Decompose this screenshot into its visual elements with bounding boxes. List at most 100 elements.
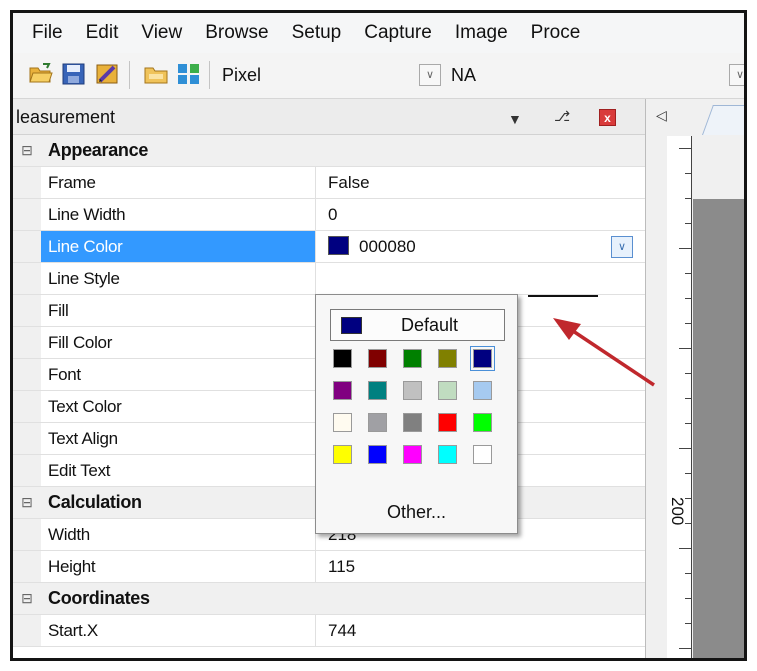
color-swatch[interactable] (438, 381, 457, 400)
vertical-ruler: 200 (667, 136, 692, 658)
menu-capture[interactable]: Capture (364, 22, 432, 44)
line-color-dropdown-button[interactable]: ∨ (611, 236, 633, 258)
ruler-tick (685, 598, 691, 599)
color-swatch[interactable] (368, 349, 387, 368)
app-window: File Edit View Browse Setup Capture Imag… (10, 10, 747, 661)
image-canvas[interactable] (693, 199, 744, 658)
ruler-tick (685, 323, 691, 324)
property-value[interactable] (316, 263, 645, 294)
property-row-line-color[interactable]: Line Color 000080 ∨ (13, 231, 645, 263)
color-swatch[interactable] (473, 413, 492, 432)
ruler-tick (685, 173, 691, 174)
second-combo-dropdown-button[interactable]: ∨ (729, 64, 744, 86)
toolbar-separator (209, 61, 210, 89)
color-swatch[interactable] (333, 413, 352, 432)
pin-icon[interactable]: ⎇ (554, 108, 570, 125)
ruler-tick (685, 398, 691, 399)
property-row-start-x[interactable]: Start.X 744 (13, 615, 645, 647)
property-name: Line Style (41, 263, 316, 294)
property-name: Fill (41, 295, 316, 326)
ruler-label: 200 (668, 497, 687, 526)
default-color-button[interactable]: Default (330, 309, 505, 341)
default-label: Default (401, 315, 459, 335)
property-name: Line Width (41, 199, 316, 230)
document-tab[interactable] (702, 105, 744, 135)
collapse-icon[interactable]: ⊟ (13, 135, 41, 166)
color-swatch[interactable] (403, 381, 422, 400)
line-color-hex: 000080 (359, 237, 416, 256)
menu-view[interactable]: View (141, 22, 182, 44)
unit-combo-dropdown-button[interactable]: ∨ (419, 64, 441, 86)
line-style-preview (528, 295, 598, 297)
ruler-tick (679, 648, 691, 649)
color-swatch[interactable] (438, 349, 457, 368)
color-swatch[interactable] (403, 445, 422, 464)
color-swatch[interactable] (333, 349, 352, 368)
open-folder-icon[interactable] (28, 62, 54, 86)
edit-image-icon[interactable] (95, 62, 121, 86)
color-swatch[interactable] (473, 445, 492, 464)
property-name: Text Color (41, 391, 316, 422)
property-value[interactable]: 744 (316, 615, 645, 646)
ruler-tick (685, 473, 691, 474)
tab-scroll-left-icon[interactable]: ◁ (656, 107, 667, 124)
folder-icon[interactable] (143, 62, 169, 86)
category-coordinates[interactable]: ⊟ Coordinates (13, 583, 645, 615)
collapse-icon[interactable]: ⊟ (13, 583, 41, 614)
color-swatch[interactable] (438, 445, 457, 464)
property-row-height[interactable]: Height 115 (13, 551, 645, 583)
property-row-line-width[interactable]: Line Width 0 (13, 199, 645, 231)
property-name: Start.X (41, 615, 316, 646)
measurement-panel-header: leasurement ▼ ⎇ x (13, 99, 645, 135)
ruler-tick (685, 423, 691, 424)
category-label: Calculation (48, 492, 142, 512)
color-swatch-grid (333, 346, 508, 479)
menu-setup[interactable]: Setup (292, 22, 342, 44)
color-swatch[interactable] (368, 381, 387, 400)
menu-image[interactable]: Image (455, 22, 508, 44)
color-swatch[interactable] (438, 413, 457, 432)
grid-layout-icon[interactable] (176, 62, 202, 86)
menu-edit[interactable]: Edit (86, 22, 119, 44)
property-row-line-style[interactable]: Line Style (13, 263, 645, 295)
ruler-tick (685, 223, 691, 224)
color-swatch[interactable] (368, 413, 387, 432)
collapse-icon[interactable]: ⊟ (13, 487, 41, 518)
property-value[interactable]: 000080 (316, 231, 645, 262)
toolbar-separator (129, 61, 130, 89)
color-swatch[interactable] (333, 445, 352, 464)
ruler-tick (679, 448, 691, 449)
color-swatch[interactable] (333, 381, 352, 400)
color-swatch[interactable] (470, 346, 495, 371)
property-value[interactable]: 0 (316, 199, 645, 230)
second-combo-value[interactable]: NA (451, 65, 476, 86)
panel-close-button[interactable]: x (599, 109, 616, 126)
color-swatch[interactable] (403, 413, 422, 432)
ruler-tick (685, 523, 691, 524)
color-swatch[interactable] (473, 381, 492, 400)
panel-menu-dropdown-icon[interactable]: ▼ (508, 111, 522, 127)
line-color-swatch (328, 236, 349, 255)
property-value[interactable]: 115 (316, 551, 645, 582)
property-name: Frame (41, 167, 316, 198)
menu-process[interactable]: Proce (531, 22, 581, 44)
panel-title: leasurement (16, 107, 116, 127)
color-swatch[interactable] (368, 445, 387, 464)
category-appearance[interactable]: ⊟ Appearance (13, 135, 645, 167)
property-value[interactable]: False (316, 167, 645, 198)
property-name: Width (41, 519, 316, 550)
menu-file[interactable]: File (32, 22, 63, 44)
save-icon[interactable] (61, 62, 87, 86)
property-name: Edit Text (41, 455, 316, 486)
ruler-tick (685, 623, 691, 624)
property-row-frame[interactable]: Frame False (13, 167, 645, 199)
unit-combo-value[interactable]: Pixel (222, 65, 261, 86)
category-label: Coordinates (48, 588, 150, 608)
ruler-tick (679, 248, 691, 249)
menu-browse[interactable]: Browse (205, 22, 268, 44)
color-swatch[interactable] (403, 349, 422, 368)
property-name: Line Color (41, 231, 316, 262)
other-color-button[interactable]: Other... (316, 502, 517, 523)
default-color-swatch (341, 317, 362, 334)
ruler-tick (685, 498, 691, 499)
